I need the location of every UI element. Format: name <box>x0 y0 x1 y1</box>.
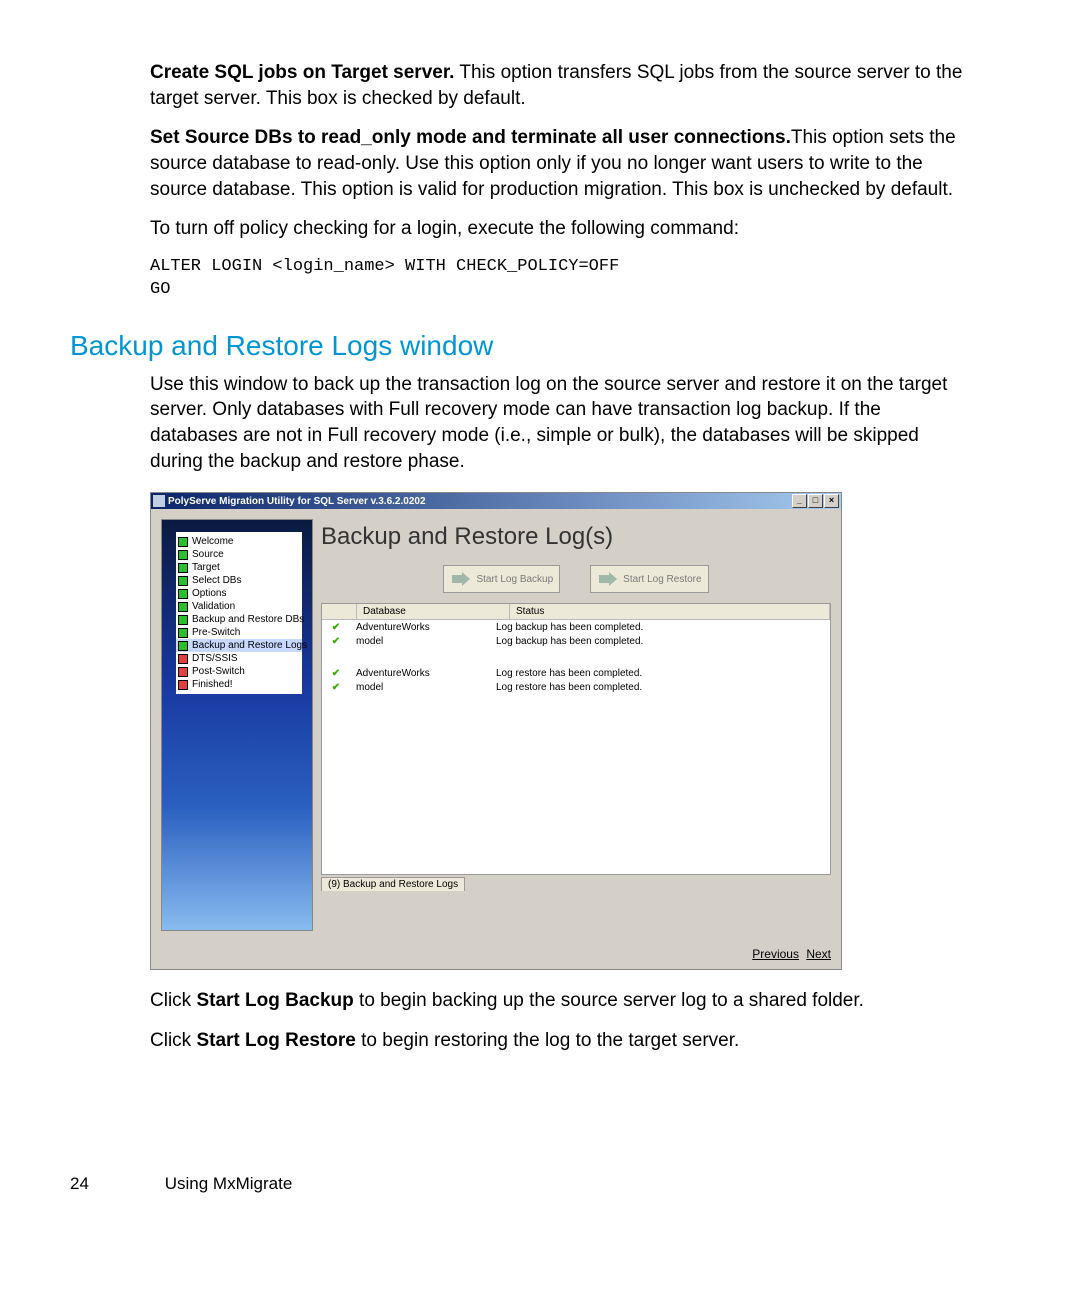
app-icon <box>153 495 165 507</box>
status-square-icon <box>178 589 188 599</box>
nav-item-label: DTS/SSIS <box>192 653 238 664</box>
bold-label: Create SQL jobs on Target server. <box>150 62 454 83</box>
table-row[interactable] <box>322 648 830 666</box>
arrow-icon <box>450 570 472 588</box>
bottom-tab[interactable]: (9) Backup and Restore Logs <box>321 877 465 891</box>
window-title: PolyServe Migration Utility for SQL Serv… <box>168 496 426 507</box>
cell-status: Log backup has been completed. <box>496 636 830 647</box>
nav-item-label: Options <box>192 588 226 599</box>
section-heading: Backup and Restore Logs window <box>70 330 1010 362</box>
panel-title: Backup and Restore Log(s) <box>321 519 831 559</box>
nav-item[interactable]: Pre-Switch <box>176 626 302 639</box>
cell-status: Log restore has been completed. <box>496 668 830 679</box>
nav-item[interactable]: Post-Switch <box>176 665 302 678</box>
status-square-icon <box>178 563 188 573</box>
check-icon: ✔ <box>332 668 340 679</box>
status-square-icon <box>178 667 188 677</box>
nav-item-label: Validation <box>192 601 235 612</box>
nav-item-label: Post-Switch <box>192 666 245 677</box>
nav-item-label: Finished! <box>192 679 233 690</box>
cell-database: AdventureWorks <box>350 622 496 633</box>
para-create-sql-jobs: Create SQL jobs on Target server. This o… <box>150 60 970 111</box>
nav-item[interactable]: Validation <box>176 600 302 613</box>
para-click-backup: Click Start Log Backup to begin backing … <box>150 988 970 1014</box>
nav-item[interactable]: Select DBs <box>176 574 302 587</box>
code-block: ALTER LOGIN <login_name> WITH CHECK_POLI… <box>150 256 970 302</box>
page-number: 24 <box>70 1174 160 1194</box>
table-row[interactable]: ✔ modelLog backup has been completed. <box>322 634 830 648</box>
nav-item[interactable]: Target <box>176 561 302 574</box>
nav-item[interactable]: Backup and Restore Logs <box>176 639 302 652</box>
cell-status: Log restore has been completed. <box>496 682 830 693</box>
nav-item[interactable]: Welcome <box>176 535 302 548</box>
close-button[interactable]: × <box>824 494 839 508</box>
nav-item-label: Backup and Restore Logs <box>192 640 307 651</box>
nav-item[interactable]: Source <box>176 548 302 561</box>
status-square-icon <box>178 550 188 560</box>
nav-item-label: Pre-Switch <box>192 627 240 638</box>
para-policy-note: To turn off policy checking for a login,… <box>150 216 970 242</box>
check-icon: ✔ <box>332 622 340 633</box>
nav-item[interactable]: Finished! <box>176 678 302 691</box>
status-square-icon <box>178 628 188 638</box>
para-backup-restore-desc: Use this window to back up the transacti… <box>150 372 970 475</box>
next-link[interactable]: Next <box>806 947 831 961</box>
window-titlebar[interactable]: PolyServe Migration Utility for SQL Serv… <box>151 493 841 509</box>
status-square-icon <box>178 641 188 651</box>
column-header-icon[interactable] <box>322 604 357 619</box>
maximize-button[interactable]: □ <box>808 494 823 508</box>
check-icon: ✔ <box>332 682 340 693</box>
para-click-restore: Click Start Log Restore to begin restori… <box>150 1028 970 1054</box>
nav-item[interactable]: DTS/SSIS <box>176 652 302 665</box>
cell-status: Log backup has been completed. <box>496 622 830 633</box>
footer-label: Using MxMigrate <box>165 1174 293 1193</box>
column-header-status[interactable]: Status <box>510 604 830 619</box>
previous-link[interactable]: Previous <box>752 947 799 961</box>
page-footer: 24 Using MxMigrate <box>70 1174 1010 1194</box>
nav-item-label: Source <box>192 549 224 560</box>
table-row[interactable]: ✔ AdventureWorksLog backup has been compl… <box>322 620 830 634</box>
nav-item[interactable]: Backup and Restore DBs <box>176 613 302 626</box>
cell-database: AdventureWorks <box>350 668 496 679</box>
nav-item-label: Backup and Restore DBs <box>192 614 304 625</box>
table-row[interactable]: ✔ modelLog restore has been completed. <box>322 680 830 694</box>
status-listview[interactable]: Database Status ✔AdventureWorksLog backu… <box>321 603 831 875</box>
column-header-database[interactable]: Database <box>357 604 510 619</box>
arrow-icon <box>597 570 619 588</box>
screenshot-window: PolyServe Migration Utility for SQL Serv… <box>150 492 842 970</box>
check-icon: ✔ <box>332 636 340 647</box>
wizard-footer: Previous Next <box>151 941 841 969</box>
wizard-nav-panel: Welcome Source Target Select DBs Options Vali… <box>161 519 313 931</box>
status-square-icon <box>178 537 188 547</box>
cell-database: model <box>350 682 496 693</box>
nav-item-label: Welcome <box>192 536 234 547</box>
cell-database: model <box>350 636 496 647</box>
status-square-icon <box>178 654 188 664</box>
nav-item-label: Select DBs <box>192 575 241 586</box>
para-set-source-dbs: Set Source DBs to read_only mode and ter… <box>150 125 970 202</box>
table-row[interactable]: ✔ AdventureWorksLog restore has been comp… <box>322 666 830 680</box>
start-log-backup-button[interactable]: Start Log Backup <box>443 565 560 593</box>
status-square-icon <box>178 680 188 690</box>
nav-item-label: Target <box>192 562 220 573</box>
bold-label: Set Source DBs to read_only mode and ter… <box>150 127 791 148</box>
minimize-button[interactable]: _ <box>792 494 807 508</box>
status-square-icon <box>178 576 188 586</box>
status-square-icon <box>178 615 188 625</box>
nav-item[interactable]: Options <box>176 587 302 600</box>
start-log-restore-button[interactable]: Start Log Restore <box>590 565 708 593</box>
status-square-icon <box>178 602 188 612</box>
